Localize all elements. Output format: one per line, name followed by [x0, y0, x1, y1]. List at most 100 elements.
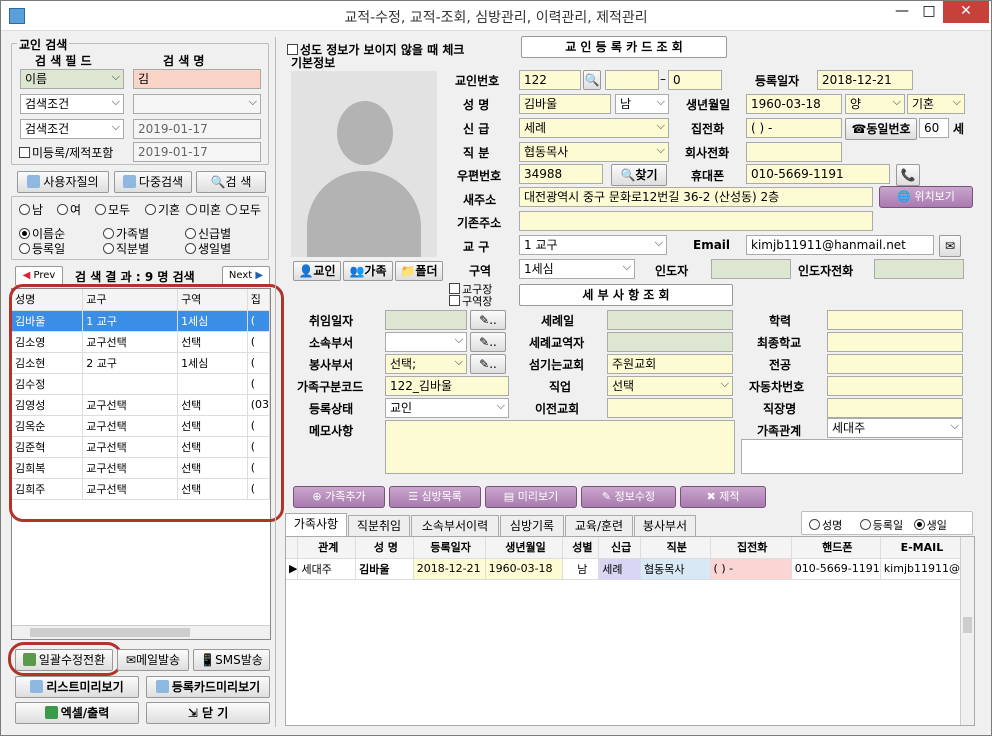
member-photo-button[interactable]: 👤교인	[293, 261, 341, 281]
name-input[interactable]: 김바울	[519, 94, 611, 114]
maximize-icon[interactable]: □	[916, 1, 942, 23]
send-mail-button[interactable]: ✉메일발송	[117, 649, 189, 671]
tab-education[interactable]: 교육/훈련	[565, 515, 633, 536]
tab-visits[interactable]: 심방기록	[500, 515, 564, 536]
zip-input[interactable]: 34988	[519, 164, 603, 184]
cell-select[interactable]: 1세심	[519, 259, 635, 279]
unregistered-checkbox[interactable]: 미등록/제적포함	[19, 144, 113, 161]
member-no-3-input[interactable]: 0	[668, 70, 722, 90]
visit-list-button[interactable]: ☰ 심방목록	[389, 486, 481, 508]
update-info-button[interactable]: ✎ 정보수정	[581, 486, 676, 508]
job-select[interactable]: 선택	[607, 376, 733, 396]
status-select[interactable]: 교인	[385, 398, 509, 418]
detail-query-button[interactable]: 세 부 사 항 조 회	[519, 284, 733, 306]
faith-select[interactable]: 세례	[519, 118, 669, 138]
remove-member-button[interactable]: ✖ 제적	[680, 486, 766, 508]
sort-duty[interactable]: 직분별	[103, 240, 149, 257]
member-no-2-input[interactable]	[605, 70, 659, 90]
excel-export-button[interactable]: 엑셀/출력	[15, 702, 139, 724]
birth-input[interactable]: 1960-03-18	[746, 94, 842, 114]
relation-notes[interactable]	[741, 439, 963, 474]
school-input[interactable]	[827, 332, 963, 352]
car-input[interactable]	[827, 376, 963, 396]
filter-female[interactable]: 여	[57, 201, 81, 218]
tab-service[interactable]: 봉사부서	[634, 515, 696, 536]
map-button[interactable]: 🌐 위치보기	[879, 186, 973, 208]
service-more-button[interactable]: ✎..	[470, 354, 506, 374]
filter-male[interactable]: 남	[19, 201, 43, 218]
date-from-input[interactable]: 2019-01-17	[133, 119, 261, 139]
search-name-input[interactable]: 김	[133, 69, 261, 89]
dept-more-button[interactable]: ✎..	[470, 332, 506, 352]
find-zip-button[interactable]: 🔍찾기	[611, 164, 667, 186]
filter-gender-all[interactable]: 모두	[95, 201, 130, 218]
list-preview-button[interactable]: 리스트미리보기	[15, 676, 139, 698]
close-icon[interactable]: ✕	[943, 1, 989, 23]
sort-regdate[interactable]: 등록일	[19, 240, 65, 257]
search-field-select[interactable]: 이름	[20, 69, 124, 89]
marital-select[interactable]: 기혼	[907, 94, 965, 114]
email-send-icon[interactable]: ✉	[939, 235, 961, 257]
same-count-input[interactable]: 60	[919, 118, 949, 138]
family-photo-button[interactable]: 👥가족	[343, 261, 393, 281]
mobile-input[interactable]: 010-5669-1191	[746, 164, 890, 184]
prev-church-input[interactable]	[607, 398, 733, 418]
reg-date-input[interactable]: 2018-12-21	[817, 70, 913, 90]
folder-button[interactable]: 📁폴더	[395, 261, 443, 281]
family-code-input[interactable]: 122_김바울	[385, 376, 509, 396]
relation-select[interactable]: 세대주	[827, 418, 963, 438]
gender-select[interactable]: 남	[615, 94, 669, 114]
card-query-button[interactable]: 교 인 등 록 카 드 조 회	[521, 36, 727, 58]
preview-button[interactable]: ▤ 미리보기	[485, 486, 577, 508]
results-hscrollbar[interactable]	[12, 625, 270, 639]
memo-textarea[interactable]	[385, 420, 735, 474]
member-no-search-icon[interactable]: 🔍	[583, 70, 601, 90]
calendar-select[interactable]: 양	[845, 94, 905, 114]
new-addr-input[interactable]: 대전광역시 중구 문화로12번길 36-2 (산성동) 2층	[519, 187, 873, 207]
major-input[interactable]	[827, 354, 963, 374]
filter-single[interactable]: 미혼	[186, 201, 221, 218]
call-icon[interactable]: 📞	[896, 164, 920, 186]
baptism-pastor-input[interactable]	[607, 332, 733, 352]
member-no-input[interactable]: 122	[519, 70, 581, 90]
sort-birthday[interactable]: 생일별	[185, 240, 231, 257]
appoint-more-button[interactable]: ✎..	[470, 310, 506, 330]
leader-phone-input[interactable]	[874, 259, 964, 279]
church-input[interactable]: 주원교회	[607, 354, 733, 374]
office-phone-input[interactable]	[746, 142, 842, 162]
filter-married[interactable]: 기혼	[145, 201, 180, 218]
search-button[interactable]: 🔍검 색	[196, 171, 266, 193]
appoint-input[interactable]	[385, 310, 467, 330]
home-phone-input[interactable]: ( ) -	[746, 118, 842, 138]
family-vscrollbar[interactable]	[960, 537, 974, 725]
tab-family[interactable]: 가족사항	[285, 513, 347, 536]
minimize-icon[interactable]: —	[889, 1, 915, 23]
date-to-input[interactable]: 2019-01-17	[133, 142, 261, 162]
leader-input[interactable]	[711, 259, 791, 279]
old-addr-input[interactable]	[519, 211, 873, 231]
work-input[interactable]	[827, 398, 963, 418]
card-preview-button[interactable]: 등록카드미리보기	[146, 676, 270, 698]
same-number-button[interactable]: ☎동일번호	[845, 118, 917, 140]
cell-head-checkbox[interactable]: 구역장	[449, 293, 492, 309]
filter-marital-all[interactable]: 모두	[226, 201, 261, 218]
search-condition-1[interactable]: 검색조건	[20, 94, 124, 114]
parish-select[interactable]: 1 교구	[519, 235, 667, 255]
family-sort-birthday[interactable]: 생일	[913, 519, 947, 532]
baptism-input[interactable]	[607, 310, 733, 330]
close-button[interactable]: ⇲ 닫 기	[146, 702, 270, 724]
duty-select[interactable]: 협동목사	[519, 142, 669, 162]
vscroll-thumb[interactable]	[963, 617, 972, 633]
next-button[interactable]: Next ▶	[222, 266, 270, 286]
email-input[interactable]: kimjb11911@hanmail.net	[746, 235, 934, 255]
search-condition-2[interactable]: 검색조건	[20, 119, 124, 139]
tab-dept-history[interactable]: 소속부서이력	[411, 515, 499, 536]
add-family-button[interactable]: ⊕ 가족추가	[293, 486, 385, 508]
edu-input[interactable]	[827, 310, 963, 330]
send-sms-button[interactable]: 📱SMS발송	[193, 649, 270, 671]
hscroll-thumb[interactable]	[30, 628, 190, 637]
table-row[interactable]: ▶ 세대주 김바울 2018-12-21 1960-03-18 남 세례 협동목…	[286, 558, 962, 580]
search-condition-value-1[interactable]	[133, 94, 261, 114]
user-query-button[interactable]: 사용자질의	[17, 171, 109, 193]
tab-appointment[interactable]: 직분취임	[348, 515, 410, 536]
